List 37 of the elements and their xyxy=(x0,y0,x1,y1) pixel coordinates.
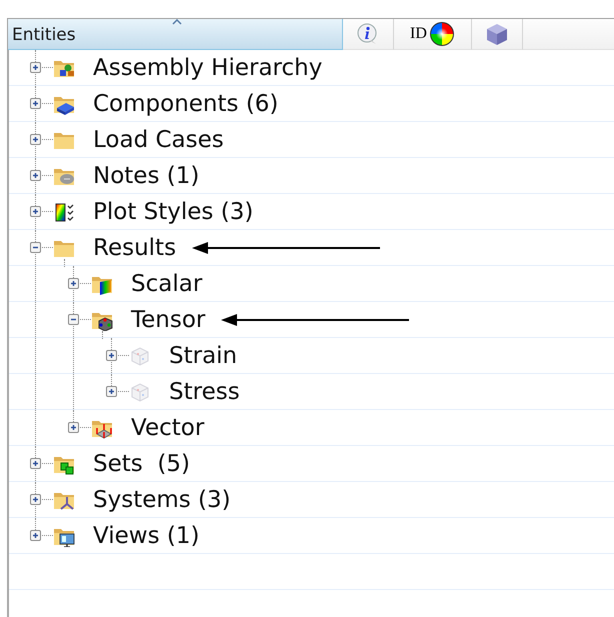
column-title: Entities xyxy=(12,25,76,45)
expand-toggle[interactable] xyxy=(30,458,41,469)
column-header[interactable]: Entities xyxy=(8,19,343,50)
expand-toggle[interactable] xyxy=(30,530,41,541)
expand-toggle[interactable] xyxy=(106,350,117,361)
tree-item[interactable]: Stress xyxy=(169,378,240,404)
expand-toggle[interactable] xyxy=(30,170,41,181)
expand-toggle[interactable] xyxy=(30,134,41,145)
tree-item[interactable]: Plot Styles (3) xyxy=(93,198,254,224)
expand-toggle[interactable] xyxy=(30,206,41,217)
expand-toggle[interactable] xyxy=(30,62,41,73)
expand-toggle[interactable] xyxy=(68,314,79,325)
tree-item[interactable]: Scalar xyxy=(131,270,202,296)
cube-icon xyxy=(485,22,509,46)
tree-item[interactable]: Load Cases xyxy=(93,126,224,152)
expand-toggle[interactable] xyxy=(68,278,79,289)
tree-item[interactable]: Systems (3) xyxy=(93,486,231,512)
tree-item[interactable]: Notes (1) xyxy=(93,162,200,188)
tree-item[interactable]: Assembly Hierarchy xyxy=(93,54,322,80)
expand-toggle[interactable] xyxy=(30,98,41,109)
column-header[interactable]: ID xyxy=(394,19,472,50)
cube-icon xyxy=(129,380,151,402)
expand-toggle[interactable] xyxy=(30,494,41,505)
expand-toggle[interactable] xyxy=(106,386,117,397)
expand-toggle[interactable] xyxy=(30,242,41,253)
tree-item[interactable]: Views (1) xyxy=(93,522,200,548)
tree-item[interactable]: Results xyxy=(93,234,176,260)
tree-item[interactable]: Vector xyxy=(131,414,204,440)
tree-item[interactable]: Tensor xyxy=(131,306,206,332)
tree-item[interactable]: Strain xyxy=(169,342,238,368)
id-label: ID xyxy=(410,25,427,43)
color-wheel-icon xyxy=(428,21,455,47)
expand-toggle[interactable] xyxy=(68,422,79,433)
tree-item[interactable]: Components (6) xyxy=(93,90,278,116)
tree-item[interactable]: Sets (5) xyxy=(93,450,190,476)
column-header[interactable] xyxy=(472,19,523,50)
cube-icon xyxy=(129,344,151,366)
